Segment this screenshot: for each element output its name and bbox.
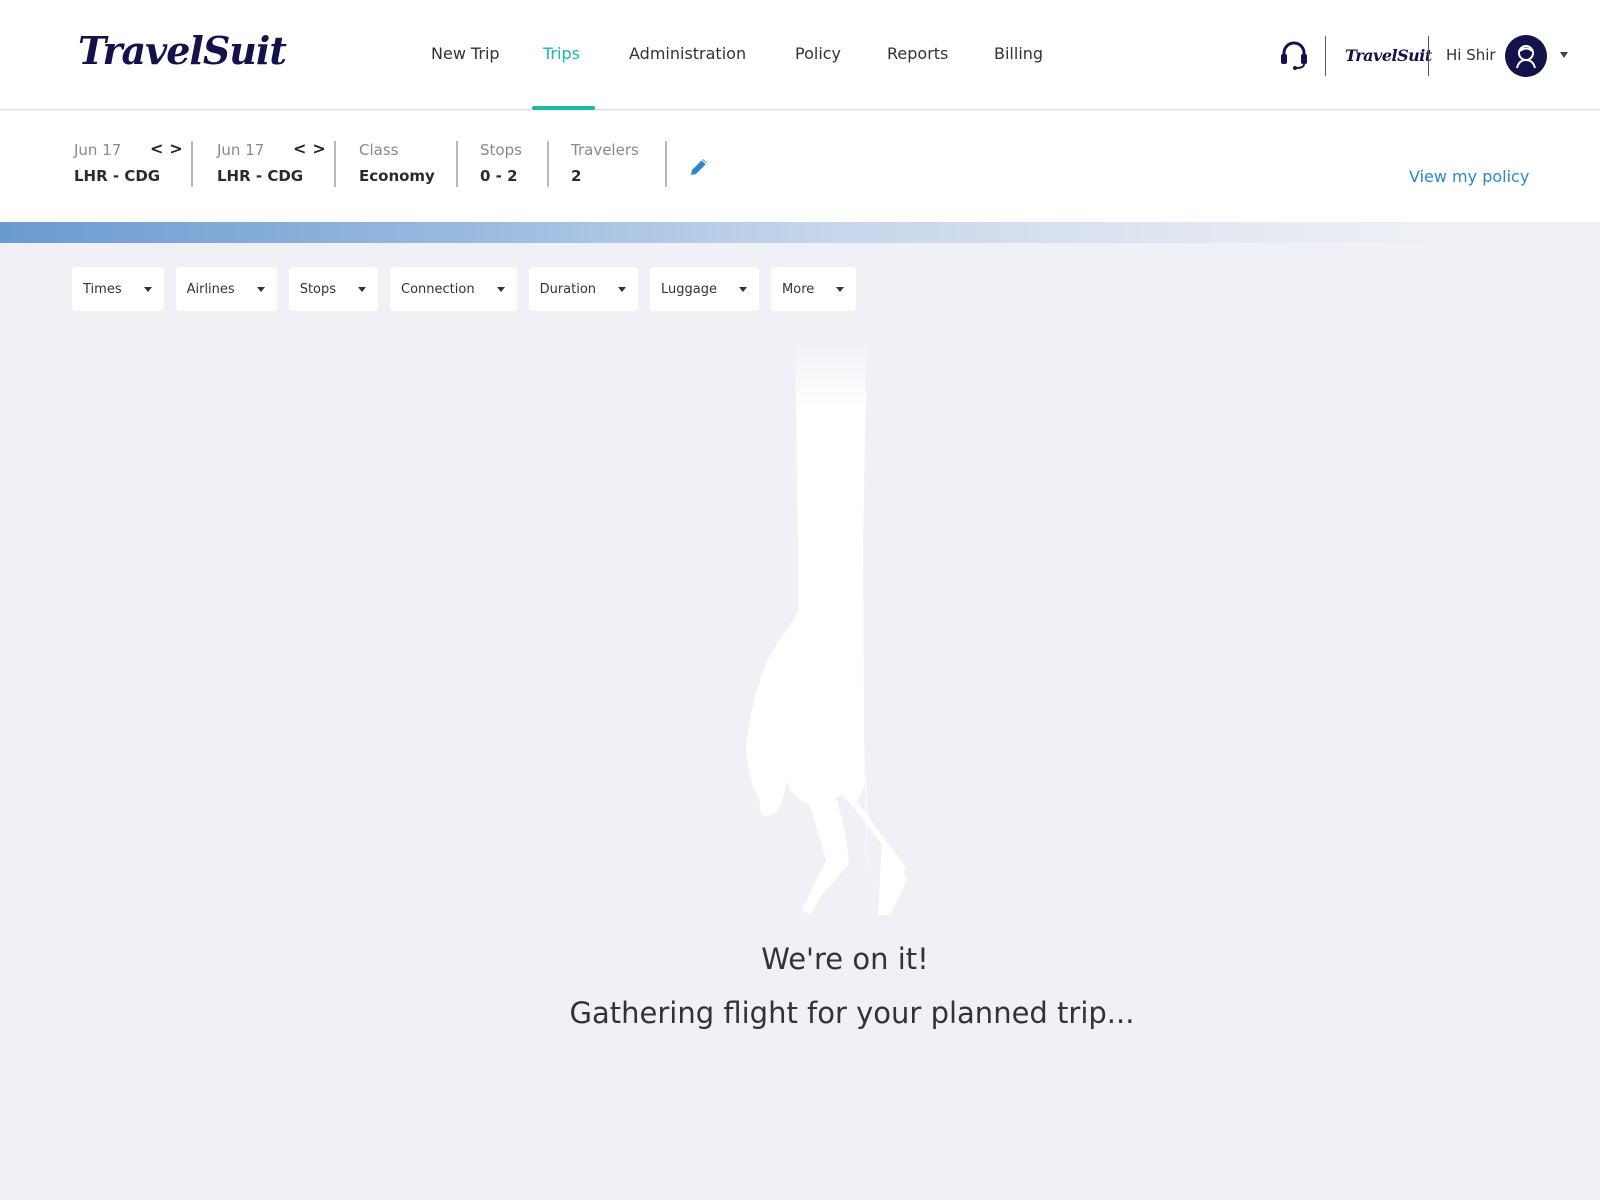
loading-title: We're on it! bbox=[761, 942, 929, 976]
loading-subtitle: Gathering flight for your planned trip..… bbox=[569, 996, 1135, 1030]
filter-more[interactable]: More bbox=[771, 267, 857, 311]
search-summary-bar: Jun 17 LHR - CDG <> Jun 17 LHR - CDG <> … bbox=[0, 111, 1600, 222]
leg-1-date: Jun 17 bbox=[74, 141, 122, 159]
caret-down-icon bbox=[358, 286, 367, 292]
leg-1-date-arrows: <> bbox=[150, 139, 189, 158]
stops-value: 0 - 2 bbox=[480, 167, 518, 185]
caret-down-icon bbox=[739, 286, 748, 292]
nav-billing[interactable]: Billing bbox=[994, 44, 1043, 63]
class-value: Economy bbox=[359, 167, 435, 185]
prev-date-button[interactable]: < bbox=[150, 139, 169, 158]
pencil-icon[interactable] bbox=[688, 156, 710, 178]
caret-down-icon bbox=[618, 286, 627, 292]
travelers-label: Travelers bbox=[571, 141, 639, 159]
filter-luggage[interactable]: Luggage bbox=[650, 267, 760, 311]
filter-times[interactable]: Times bbox=[72, 267, 164, 311]
headset-icon[interactable] bbox=[1280, 40, 1308, 70]
summary-divider bbox=[547, 141, 549, 187]
caret-down-icon bbox=[496, 286, 505, 292]
nav-policy[interactable]: Policy bbox=[795, 44, 841, 63]
filter-label: Duration bbox=[539, 281, 597, 297]
active-tab-indicator bbox=[532, 106, 595, 110]
leg-1-route: LHR - CDG bbox=[74, 167, 161, 185]
next-date-button[interactable]: > bbox=[312, 139, 331, 158]
leg-2-route: LHR - CDG bbox=[217, 167, 304, 185]
filter-label: Times bbox=[83, 281, 122, 297]
leg-2-summary[interactable]: Jun 17 LHR - CDG bbox=[217, 141, 303, 185]
summary-divider bbox=[191, 141, 193, 187]
loading-progress-bar bbox=[0, 222, 1600, 243]
nav-new-trip[interactable]: New Trip bbox=[431, 44, 500, 63]
filter-bar: Times Airlines Stops Connection Duration… bbox=[72, 267, 857, 311]
leg-2-date: Jun 17 bbox=[217, 141, 265, 159]
nav-reports[interactable]: Reports bbox=[887, 44, 948, 63]
filter-connection[interactable]: Connection bbox=[390, 267, 517, 311]
summary-divider bbox=[665, 141, 667, 187]
travelers-summary[interactable]: Travelers 2 bbox=[571, 141, 639, 185]
filter-airlines[interactable]: Airlines bbox=[175, 267, 277, 311]
class-summary[interactable]: Class Economy bbox=[359, 141, 435, 185]
user-menu-caret-icon[interactable] bbox=[1560, 52, 1568, 58]
nav-trips[interactable]: Trips bbox=[543, 44, 580, 63]
user-avatar[interactable] bbox=[1505, 35, 1547, 77]
user-avatar-icon bbox=[1516, 45, 1536, 69]
filter-label: Luggage bbox=[661, 281, 718, 297]
user-greeting[interactable]: Hi Shir bbox=[1446, 46, 1496, 64]
filter-label: Stops bbox=[299, 281, 337, 297]
header-divider bbox=[1428, 36, 1429, 76]
leg-2-date-arrows: <> bbox=[293, 139, 332, 158]
class-label: Class bbox=[359, 141, 399, 159]
travelers-value: 2 bbox=[571, 167, 582, 185]
prev-date-button[interactable]: < bbox=[293, 139, 312, 158]
hanging-hand-illustration bbox=[746, 340, 907, 915]
filter-label: Airlines bbox=[186, 281, 235, 297]
caret-down-icon bbox=[836, 286, 845, 292]
nav-administration[interactable]: Administration bbox=[629, 44, 746, 63]
view-my-policy-link[interactable]: View my policy bbox=[1409, 167, 1529, 186]
caret-down-icon bbox=[256, 286, 265, 292]
next-date-button[interactable]: > bbox=[169, 139, 188, 158]
filter-label: More bbox=[782, 281, 815, 297]
top-navigation-bar: TravelSuit New Trip Trips Administration… bbox=[0, 0, 1600, 110]
leg-1-summary[interactable]: Jun 17 LHR - CDG bbox=[74, 141, 160, 185]
filter-stops[interactable]: Stops bbox=[288, 267, 379, 311]
company-logo: TravelSuit bbox=[1345, 46, 1432, 65]
summary-divider bbox=[334, 141, 336, 187]
summary-divider bbox=[456, 141, 458, 187]
caret-down-icon bbox=[143, 286, 152, 292]
stops-label: Stops bbox=[480, 141, 522, 159]
filter-label: Connection bbox=[401, 281, 475, 297]
filter-duration[interactable]: Duration bbox=[528, 267, 639, 311]
travelsuit-logo[interactable]: TravelSuit bbox=[78, 28, 287, 73]
stops-summary[interactable]: Stops 0 - 2 bbox=[480, 141, 522, 185]
header-divider bbox=[1325, 36, 1326, 76]
